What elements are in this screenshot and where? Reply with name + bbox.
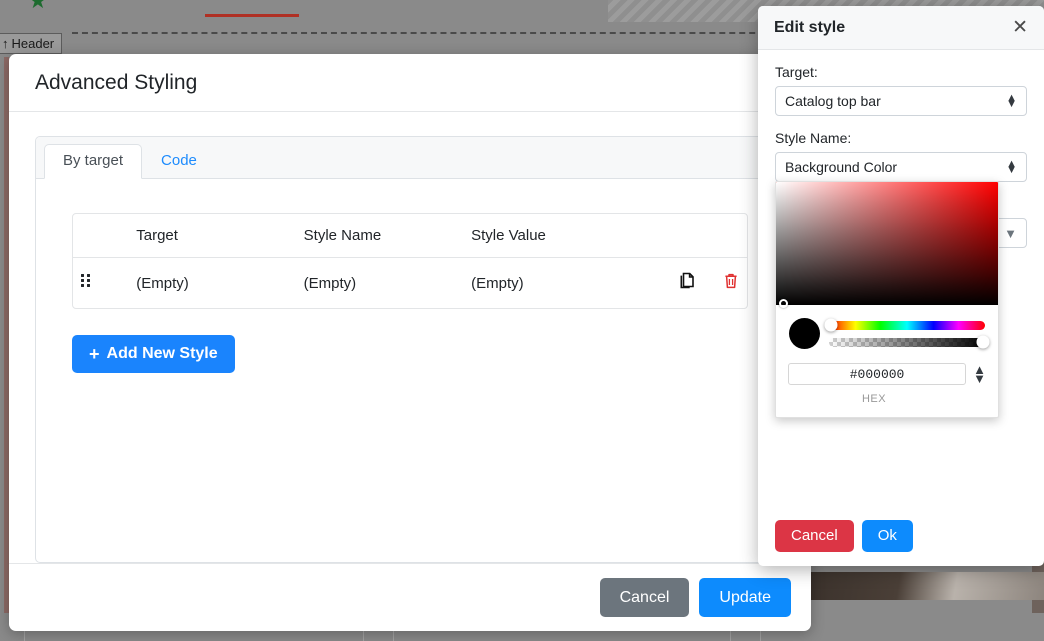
background-photo (810, 572, 1044, 600)
column-header-actions (631, 214, 747, 258)
tab-code[interactable]: Code (142, 144, 216, 179)
page-title: Advanced Styling (35, 71, 197, 95)
style-name-select[interactable]: Background Color ▲▼ (775, 152, 1027, 182)
dialog-body: By target Code Target Style Name S (9, 112, 811, 563)
background-active-tab-underline (205, 14, 299, 17)
chevron-down-icon[interactable]: ▼ (973, 374, 986, 383)
saturation-value-cursor[interactable] (779, 299, 788, 308)
color-preview-swatch (789, 318, 820, 349)
color-sliders (829, 321, 985, 347)
tab-list: By target Code (36, 137, 784, 179)
target-field-group: Target: Catalog top bar ▲▼ (775, 64, 1027, 116)
dialog-footer: Cancel Update (9, 563, 811, 631)
add-new-style-label: Add New Style (107, 345, 218, 363)
hue-slider-knob[interactable] (825, 319, 838, 332)
column-header-target: Target (128, 214, 295, 258)
styles-table: Target Style Name Style Value (73, 214, 747, 308)
tab-code-label: Code (161, 152, 197, 169)
column-header-style-value: Style Value (463, 214, 630, 258)
table-row: (Empty) (Empty) (Empty) (73, 258, 747, 309)
tab-panel-by-target: Target Style Name Style Value (36, 179, 784, 562)
style-name-select-value: Background Color (785, 159, 897, 175)
add-new-style-button[interactable]: + Add New Style (72, 335, 235, 373)
style-name-label: Style Name: (775, 130, 1027, 146)
cell-style-value[interactable]: (Empty) (463, 258, 630, 309)
update-button[interactable]: Update (699, 578, 791, 617)
table-header-row: Target Style Name Style Value (73, 214, 747, 258)
style-name-field-group: Style Name: Background Color ▲▼ (775, 130, 1027, 182)
hex-format-label: HEX (776, 387, 972, 417)
edit-style-dialog: Edit style ✕ Target: Catalog top bar ▲▼ … (758, 6, 1044, 566)
cancel-button[interactable]: Cancel (600, 578, 690, 617)
tab-by-target-label: By target (63, 152, 123, 169)
cell-target[interactable]: (Empty) (128, 258, 295, 309)
row-drag-cell (73, 258, 128, 309)
target-label: Target: (775, 64, 1027, 80)
target-select[interactable]: Catalog top bar ▲▼ (775, 86, 1027, 116)
edit-style-cancel-button[interactable]: Cancel (775, 520, 854, 552)
hex-input[interactable] (788, 363, 966, 385)
hex-input-row: ▲ ▼ (776, 353, 998, 387)
hex-stepper[interactable]: ▲ ▼ (973, 365, 986, 383)
color-picker-controls (776, 305, 998, 353)
chevron-updown-icon: ▲▼ (1006, 161, 1017, 173)
trash-icon[interactable] (723, 272, 739, 294)
dialog-header: Advanced Styling (9, 54, 811, 112)
edit-style-ok-button[interactable]: Ok (862, 520, 913, 552)
drag-handle-icon[interactable] (81, 274, 91, 288)
edit-style-body: Target: Catalog top bar ▲▼ Style Name: B… (758, 50, 1044, 566)
styles-table-container: Target Style Name Style Value (72, 213, 748, 309)
edit-style-footer: Cancel Ok (775, 520, 913, 552)
arrow-up-icon: ↑ (2, 37, 9, 50)
saturation-value-panel[interactable] (776, 182, 998, 305)
header-section-tag[interactable]: ↑ Header (0, 33, 62, 54)
alpha-slider[interactable] (829, 338, 985, 347)
advanced-styling-dialog: Advanced Styling By target Code (9, 54, 811, 631)
header-section-tag-label: Header (12, 36, 55, 51)
tab-card: By target Code Target Style Name S (35, 136, 785, 563)
hue-slider[interactable] (829, 321, 985, 330)
copy-icon[interactable] (680, 272, 697, 294)
chevron-down-icon: ▼ (1004, 226, 1017, 241)
close-icon[interactable]: ✕ (1012, 18, 1028, 37)
color-picker-popover: ▲ ▼ HEX (775, 181, 999, 418)
star-icon: ★ (28, 0, 48, 11)
target-select-value: Catalog top bar (785, 93, 881, 109)
cell-actions (631, 258, 747, 309)
column-header-handle (73, 214, 128, 258)
edit-style-title: Edit style (774, 19, 845, 37)
chevron-updown-icon: ▲▼ (1006, 95, 1017, 107)
edit-style-header: Edit style ✕ (758, 6, 1044, 50)
alpha-slider-knob[interactable] (977, 336, 990, 349)
tab-by-target[interactable]: By target (44, 144, 142, 179)
column-header-style-name: Style Name (296, 214, 463, 258)
plus-icon: + (89, 345, 100, 363)
cell-style-name[interactable]: (Empty) (296, 258, 463, 309)
